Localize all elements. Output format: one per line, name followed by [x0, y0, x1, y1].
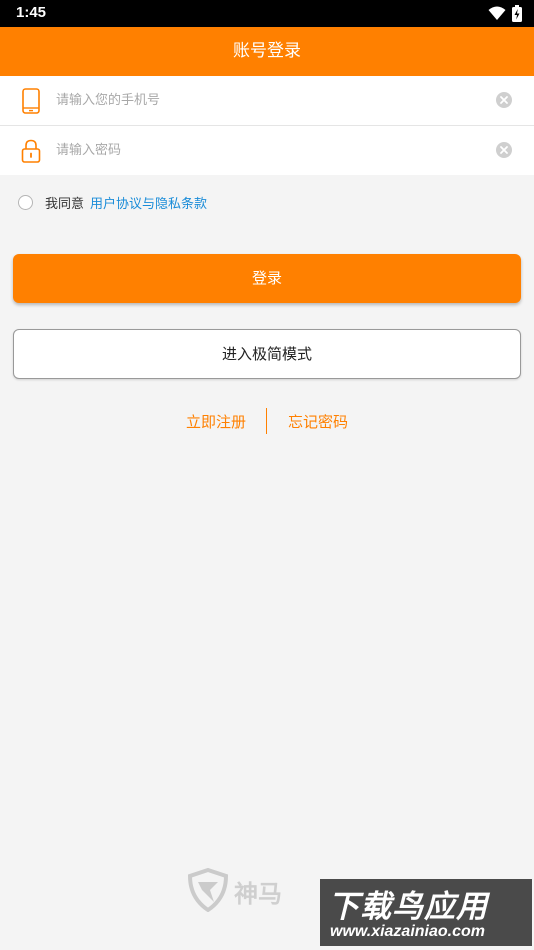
xiazainiao-url: www.xiazainiao.com — [330, 923, 486, 940]
links-divider — [266, 408, 267, 434]
clear-password-icon[interactable] — [495, 141, 513, 159]
phone-row — [0, 76, 534, 125]
forgot-password-link[interactable]: 忘记密码 — [288, 411, 348, 432]
password-input[interactable] — [56, 136, 476, 164]
login-button[interactable]: 登录 — [13, 254, 521, 303]
simple-mode-button[interactable]: 进入极简模式 — [13, 329, 521, 379]
wifi-icon — [488, 6, 506, 20]
status-bar: 1:45 — [0, 0, 534, 27]
shenma-watermark: 神马 — [188, 868, 338, 914]
status-time: 1:45 — [16, 4, 47, 21]
clear-phone-icon[interactable] — [495, 91, 513, 109]
terms-link[interactable]: 用户协议与隐私条款 — [90, 193, 207, 212]
app-bar: 账号登录 — [0, 27, 534, 76]
login-form — [0, 76, 534, 175]
lock-icon — [21, 139, 41, 163]
agreement: 我同意 用户协议与隐私条款 — [18, 193, 207, 212]
register-link[interactable]: 立即注册 — [186, 411, 246, 432]
shield-logo-icon — [188, 868, 228, 912]
battery-icon — [512, 5, 522, 22]
agree-label: 我同意 — [45, 197, 85, 212]
xiazainiao-watermark: 下载鸟应用 www.xiazainiao.com — [320, 879, 532, 946]
agree-radio[interactable] — [18, 195, 33, 210]
xiazainiao-title: 下载鸟应用 — [328, 889, 488, 925]
phone-icon — [22, 88, 40, 114]
page-title: 账号登录 — [233, 41, 301, 61]
shenma-watermark-text: 神马 — [234, 880, 282, 908]
status-icons — [488, 5, 522, 22]
password-row — [0, 125, 534, 175]
auth-links: 立即注册 忘记密码 — [0, 408, 534, 434]
phone-input[interactable] — [56, 86, 476, 114]
